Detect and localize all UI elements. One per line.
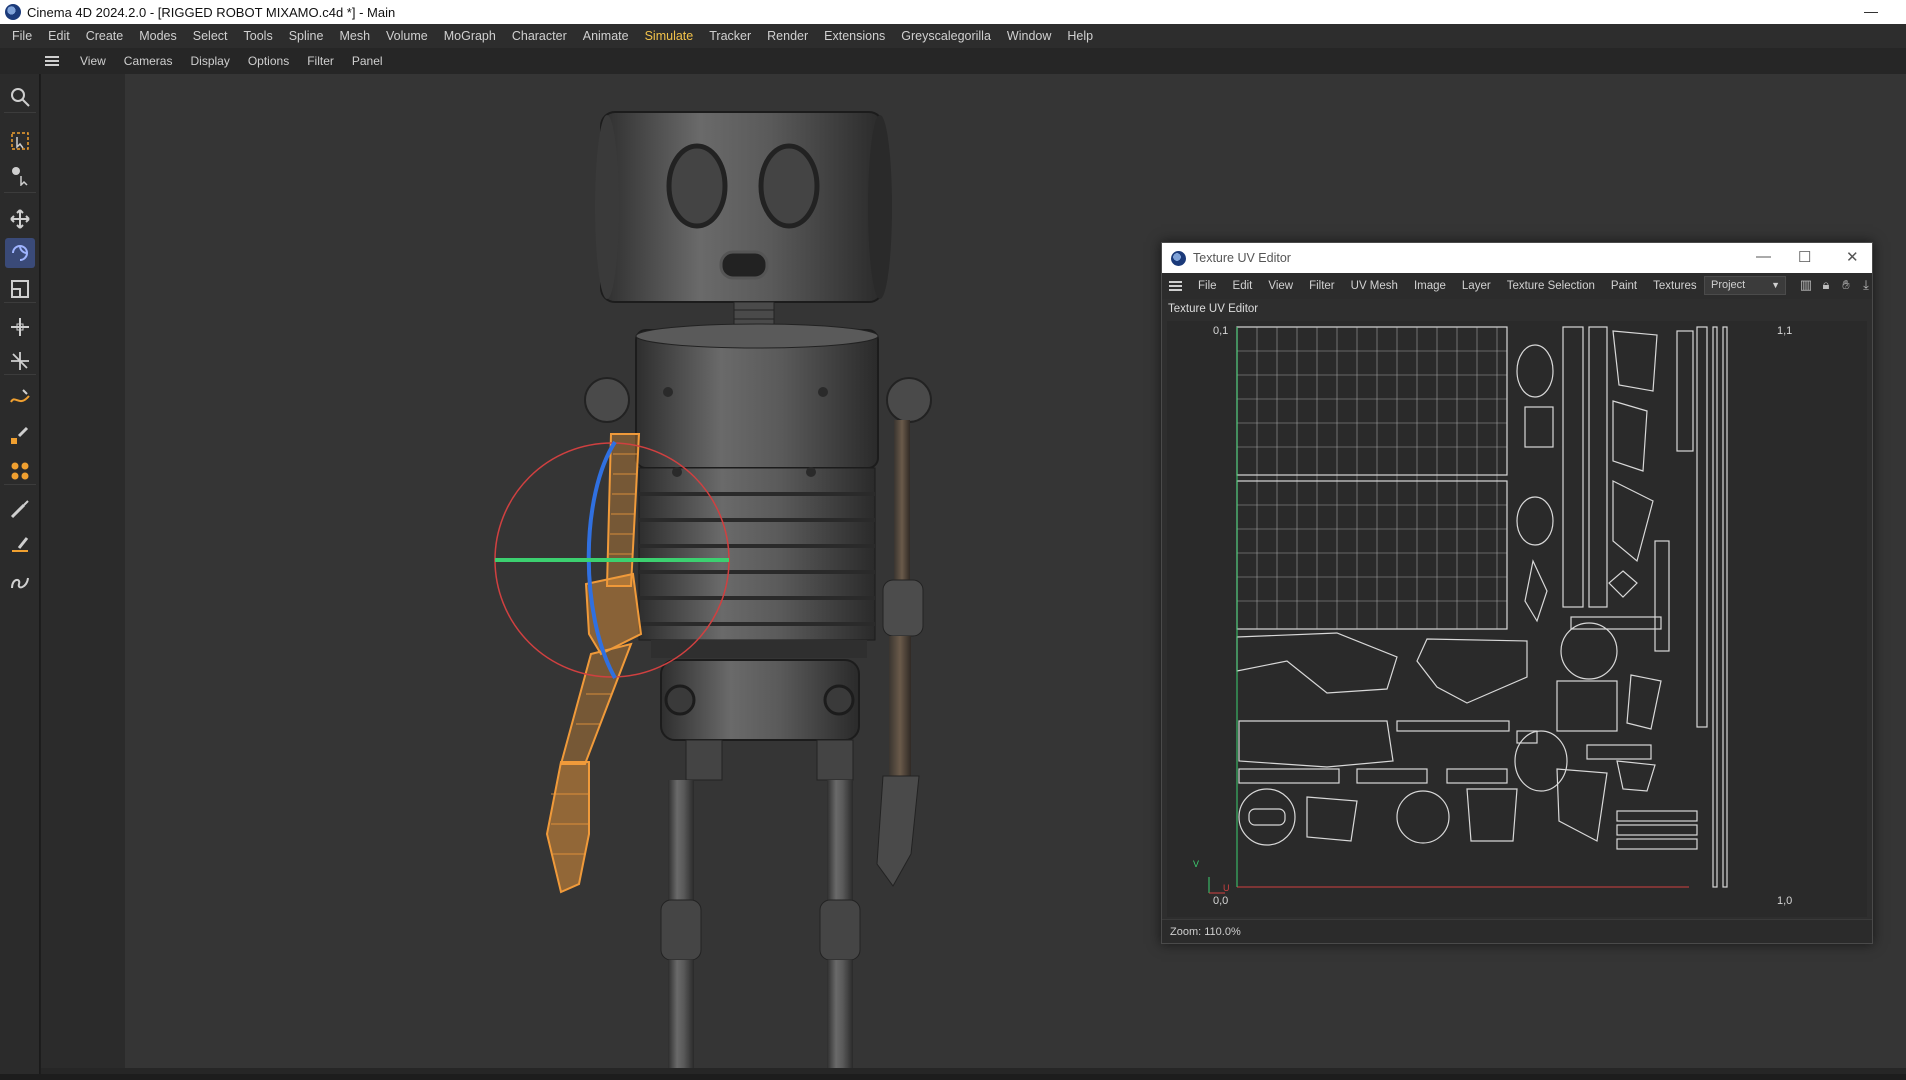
pin-icon[interactable]: ⤓ (1858, 277, 1874, 293)
menu-help[interactable]: Help (1059, 29, 1101, 43)
uv-zoom-status: Zoom: 110.0% (1162, 919, 1872, 943)
menu-mesh[interactable]: Mesh (331, 29, 378, 43)
hamburger-menu-icon[interactable] (45, 56, 59, 66)
menu-file[interactable]: File (4, 29, 40, 43)
uv-mesh-islands (1208, 326, 1728, 894)
uv-menu-layer[interactable]: Layer (1454, 280, 1499, 292)
robot-hips (651, 640, 867, 741)
scale-icon[interactable] (5, 274, 35, 304)
viewport-menu-display[interactable]: Display (181, 54, 238, 68)
robot-legs (660, 739, 861, 1074)
menu-character[interactable]: Character (504, 29, 575, 43)
menu-edit[interactable]: Edit (40, 29, 78, 43)
uv-menu-image[interactable]: Image (1406, 280, 1454, 292)
uv-editor-title: Texture UV Editor (1193, 251, 1291, 265)
uv-corner-bottom-right: 1,0 (1777, 895, 1793, 907)
cinema4d-logo-icon (1171, 250, 1186, 266)
menu-greyscalegorilla[interactable]: Greyscalegorilla (893, 29, 999, 43)
minimize-icon[interactable]: — (1864, 3, 1878, 19)
menu-select[interactable]: Select (185, 29, 236, 43)
uv-menu-edit[interactable]: Edit (1225, 280, 1261, 292)
hamburger-menu-icon[interactable] (1169, 281, 1182, 291)
uv-menu-file[interactable]: File (1190, 280, 1225, 292)
cinema4d-logo-icon (5, 4, 21, 20)
close-icon[interactable]: ✕ (1846, 248, 1859, 266)
histogram-icon[interactable]: ▥ (1798, 277, 1814, 293)
viewport-menu-cameras[interactable]: Cameras (115, 54, 182, 68)
mograph-cloner-icon[interactable] (5, 456, 35, 486)
project-dropdown-value: Project (1711, 279, 1746, 291)
robot-head (595, 111, 892, 303)
menu-animate[interactable]: Animate (575, 29, 637, 43)
palette-separator (4, 192, 36, 193)
spline-sketch-icon[interactable] (5, 420, 35, 450)
menu-mograph[interactable]: MoGraph (436, 29, 504, 43)
menu-modes[interactable]: Modes (131, 29, 185, 43)
move-icon[interactable] (5, 204, 35, 234)
menu-tools[interactable]: Tools (236, 29, 281, 43)
uv-corner-bottom-left: 0,0 (1213, 895, 1229, 907)
right-shoulder (886, 377, 932, 423)
uv-corner-top-left: 0,1 (1213, 325, 1229, 337)
viewport-menu-filter[interactable]: Filter (298, 54, 343, 68)
transform-icon[interactable] (5, 312, 35, 342)
uv-editor-titlebar[interactable]: Texture UV Editor — ☐ ✕ (1162, 243, 1872, 273)
uv-editor-subtitle: Texture UV Editor (1168, 303, 1259, 315)
uv-menu-view[interactable]: View (1260, 280, 1301, 292)
uv-menu-filter[interactable]: Filter (1301, 280, 1343, 292)
menu-tracker[interactable]: Tracker (701, 29, 759, 43)
maximize-icon[interactable]: ☐ (1798, 248, 1811, 266)
uv-menu-textures[interactable]: Textures (1645, 280, 1704, 292)
search-icon[interactable] (5, 82, 35, 112)
viewport-menubar: View Cameras Display Options Filter Panel (0, 48, 1906, 74)
menu-volume[interactable]: Volume (378, 29, 436, 43)
window-title: Cinema 4D 2024.2.0 - [RIGGED ROBOT MIXAM… (27, 4, 396, 20)
selection-mode-icon[interactable] (5, 160, 35, 190)
menu-simulate[interactable]: Simulate (637, 29, 702, 43)
robot-right-arm (876, 420, 924, 887)
palette-separator (4, 112, 36, 113)
tool-palette (0, 74, 40, 1074)
spline-smooth-icon[interactable] (5, 566, 35, 596)
menu-render[interactable]: Render (759, 29, 816, 43)
palette-separator (4, 374, 36, 375)
menu-extensions[interactable]: Extensions (816, 29, 893, 43)
spline-pen-icon[interactable] (5, 384, 35, 414)
viewport-menu-panel[interactable]: Panel (343, 54, 392, 68)
u-axis-label: U (1223, 883, 1230, 893)
minimize-icon[interactable]: — (1756, 248, 1771, 265)
uv-menu-paint[interactable]: Paint (1603, 280, 1645, 292)
uv-corner-top-right: 1,1 (1777, 325, 1793, 337)
texture-uv-editor-window[interactable]: Texture UV Editor — ☐ ✕ File Edit View Filt… (1161, 242, 1873, 944)
project-dropdown[interactable]: Project ▼ (1704, 276, 1786, 295)
viewport-menu-view[interactable]: View (71, 54, 115, 68)
menu-create[interactable]: Create (78, 29, 132, 43)
uv-canvas[interactable]: 0,1 1,1 0,0 1,0 V U (1167, 321, 1867, 917)
live-selection-icon[interactable] (5, 126, 35, 156)
chevron-down-icon: ▼ (1771, 280, 1780, 290)
uv-menu-texture-selection[interactable]: Texture Selection (1499, 280, 1603, 292)
menu-spline[interactable]: Spline (281, 29, 332, 43)
palette-separator (4, 484, 36, 485)
menu-window[interactable]: Window (999, 29, 1059, 43)
uv-menu-uv-mesh[interactable]: UV Mesh (1343, 280, 1406, 292)
viewport-bottom-bar (41, 1068, 1906, 1074)
3d-viewport[interactable]: Texture UV Editor — ☐ ✕ File Edit View Filt… (41, 74, 1906, 1074)
lock-icon[interactable]: 🔒︎ (1818, 277, 1834, 293)
viewport-menu-options[interactable]: Options (239, 54, 298, 68)
rotate-icon[interactable] (5, 238, 35, 268)
brush-icon[interactable] (5, 494, 35, 524)
uv-editor-menubar: File Edit View Filter UV Mesh Image Layer Textu… (1162, 273, 1872, 299)
main-menubar: File Edit Create Modes Select Tools Spline Mesh… (0, 24, 1906, 48)
palette-separator (4, 302, 36, 303)
pen-tool-icon[interactable] (5, 530, 35, 560)
hand-pan-icon[interactable]: ✋︎ (1838, 277, 1854, 293)
title-bar: Cinema 4D 2024.2.0 - [RIGGED ROBOT MIXAM… (0, 0, 1906, 24)
robot-torso (635, 323, 879, 641)
v-axis-label: V (1193, 859, 1200, 869)
left-shoulder (584, 377, 630, 423)
snap-transform-icon[interactable] (5, 346, 35, 376)
